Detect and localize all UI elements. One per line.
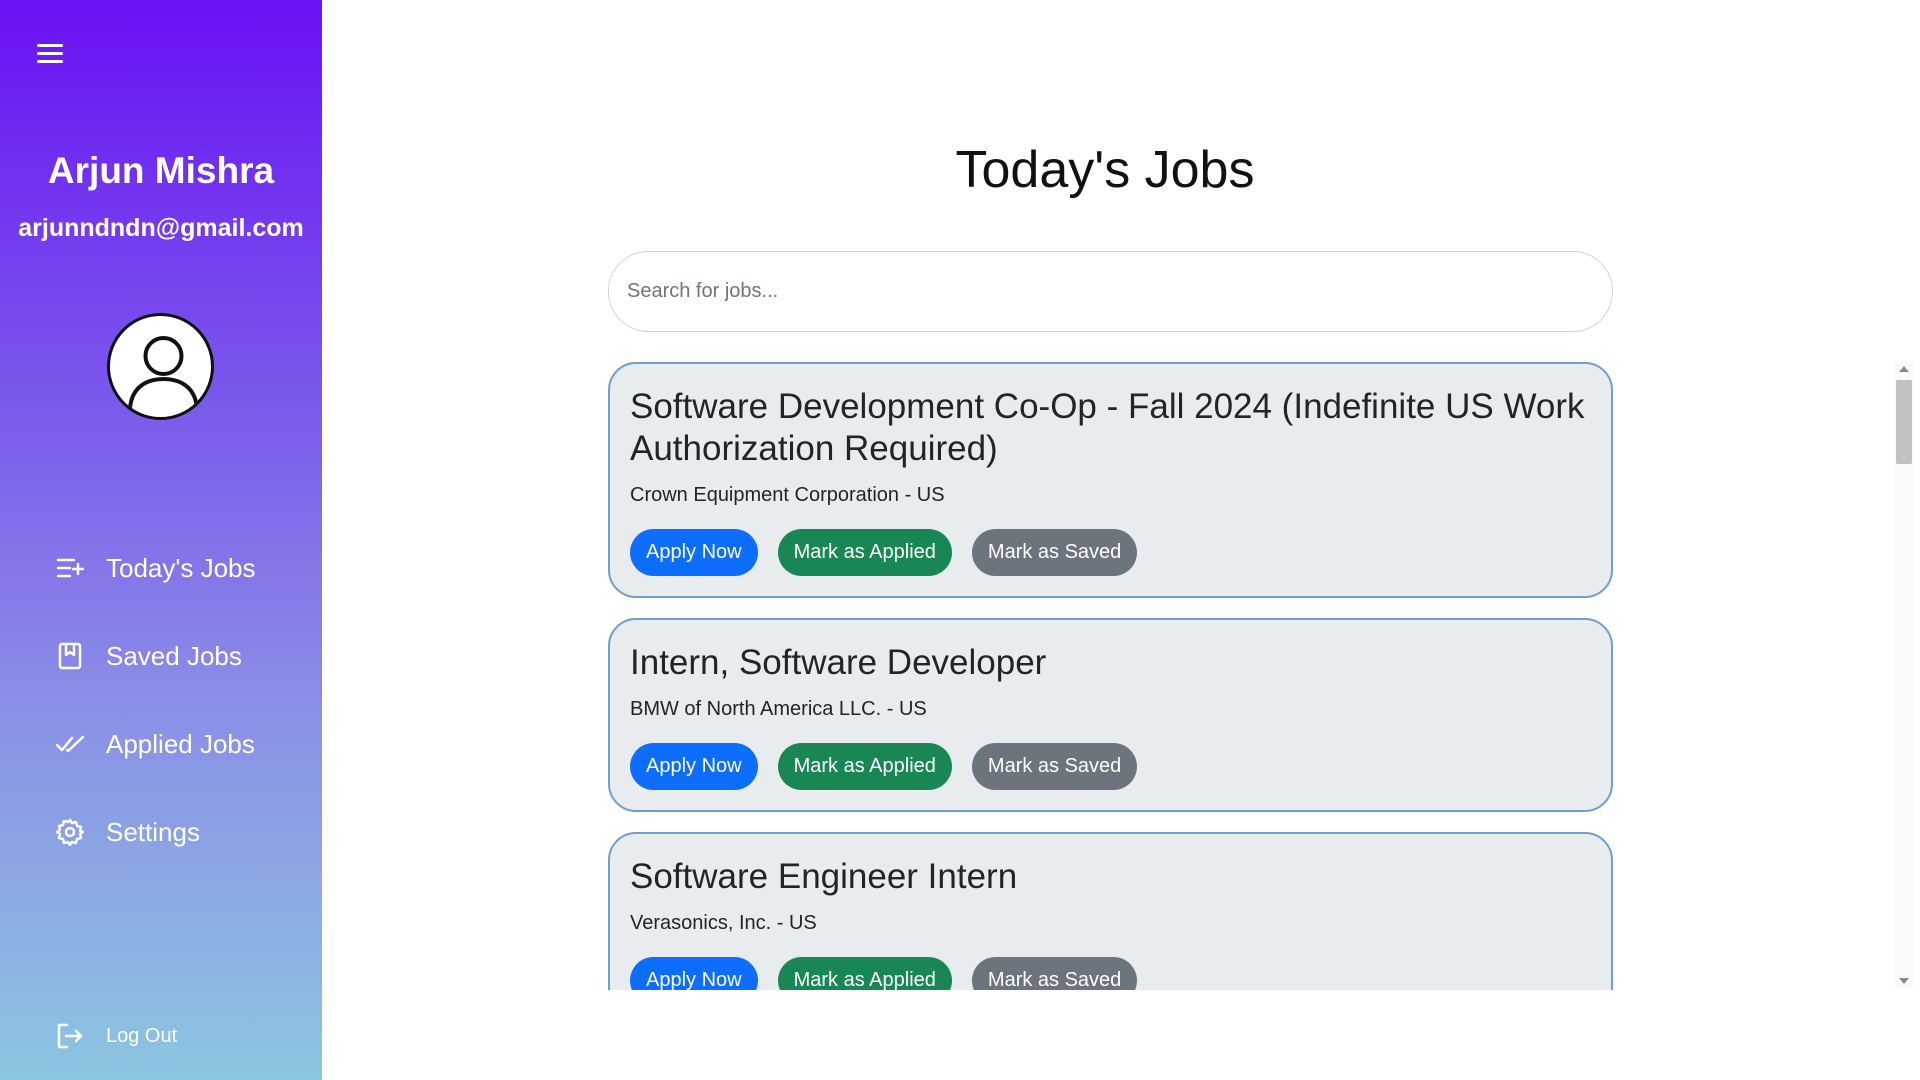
- scroll-down-arrow-icon[interactable]: [1899, 978, 1909, 984]
- sidebar-item-label: Applied Jobs: [106, 728, 255, 759]
- mark-as-applied-button[interactable]: Mark as Applied: [777, 743, 952, 790]
- mark-as-saved-button[interactable]: Mark as Saved: [971, 529, 1138, 576]
- sidebar-item-label: Saved Jobs: [106, 640, 242, 671]
- logout-icon: [54, 1020, 86, 1052]
- scrollbar-thumb[interactable]: [1896, 380, 1912, 464]
- job-card: Software Development Co-Op - Fall 2024 (…: [608, 362, 1613, 598]
- job-company: BMW of North America LLC. - US: [630, 698, 927, 720]
- hamburger-menu-icon[interactable]: [37, 44, 63, 64]
- scrollbar[interactable]: [1894, 362, 1914, 988]
- list-add-icon: [54, 552, 86, 584]
- scroll-up-arrow-icon[interactable]: [1899, 366, 1909, 372]
- mark-as-saved-button[interactable]: Mark as Saved: [971, 743, 1138, 790]
- sidebar: Arjun Mishra arjunndndn@gmail.com Today'…: [0, 0, 322, 1080]
- logout-button[interactable]: Log Out: [54, 1020, 177, 1052]
- job-company: Verasonics, Inc. - US: [630, 912, 817, 934]
- gear-icon: [54, 816, 86, 848]
- user-avatar-icon: [128, 336, 199, 409]
- sidebar-item-applied-jobs[interactable]: Applied Jobs: [54, 728, 255, 760]
- sidebar-item-todays-jobs[interactable]: Today's Jobs: [54, 552, 256, 584]
- apply-now-button[interactable]: Apply Now: [630, 743, 758, 790]
- sidebar-item-settings[interactable]: Settings: [54, 816, 200, 848]
- job-card: Intern, Software Developer BMW of North …: [608, 618, 1613, 812]
- job-company: Crown Equipment Corporation - US: [630, 484, 945, 506]
- job-card: Software Engineer Intern Verasonics, Inc…: [608, 832, 1613, 990]
- avatar: [107, 313, 214, 420]
- search-input[interactable]: [608, 251, 1613, 332]
- apply-now-button[interactable]: Apply Now: [630, 957, 758, 990]
- job-title: Software Development Co-Op - Fall 2024 (…: [630, 387, 1585, 468]
- page-title: Today's Jobs: [955, 141, 1255, 199]
- logout-label: Log Out: [106, 1024, 178, 1047]
- mark-as-applied-button[interactable]: Mark as Applied: [777, 957, 952, 990]
- user-name: Arjun Mishra: [47, 150, 275, 191]
- mark-as-saved-button[interactable]: Mark as Saved: [971, 957, 1138, 990]
- job-title: Software Engineer Intern: [630, 857, 1018, 896]
- sidebar-item-saved-jobs[interactable]: Saved Jobs: [54, 640, 242, 672]
- double-check-icon: [54, 728, 86, 760]
- job-title: Intern, Software Developer: [630, 643, 1047, 682]
- user-email: arjunndndn@gmail.com: [18, 214, 304, 242]
- sidebar-item-label: Today's Jobs: [106, 552, 256, 583]
- job-list: Software Development Co-Op - Fall 2024 (…: [600, 360, 1920, 990]
- apply-now-button[interactable]: Apply Now: [630, 529, 758, 576]
- page-header: Today's Jobs: [322, 140, 1920, 200]
- bookmark-icon: [54, 640, 86, 672]
- mark-as-applied-button[interactable]: Mark as Applied: [777, 529, 952, 576]
- sidebar-item-label: Settings: [106, 816, 200, 847]
